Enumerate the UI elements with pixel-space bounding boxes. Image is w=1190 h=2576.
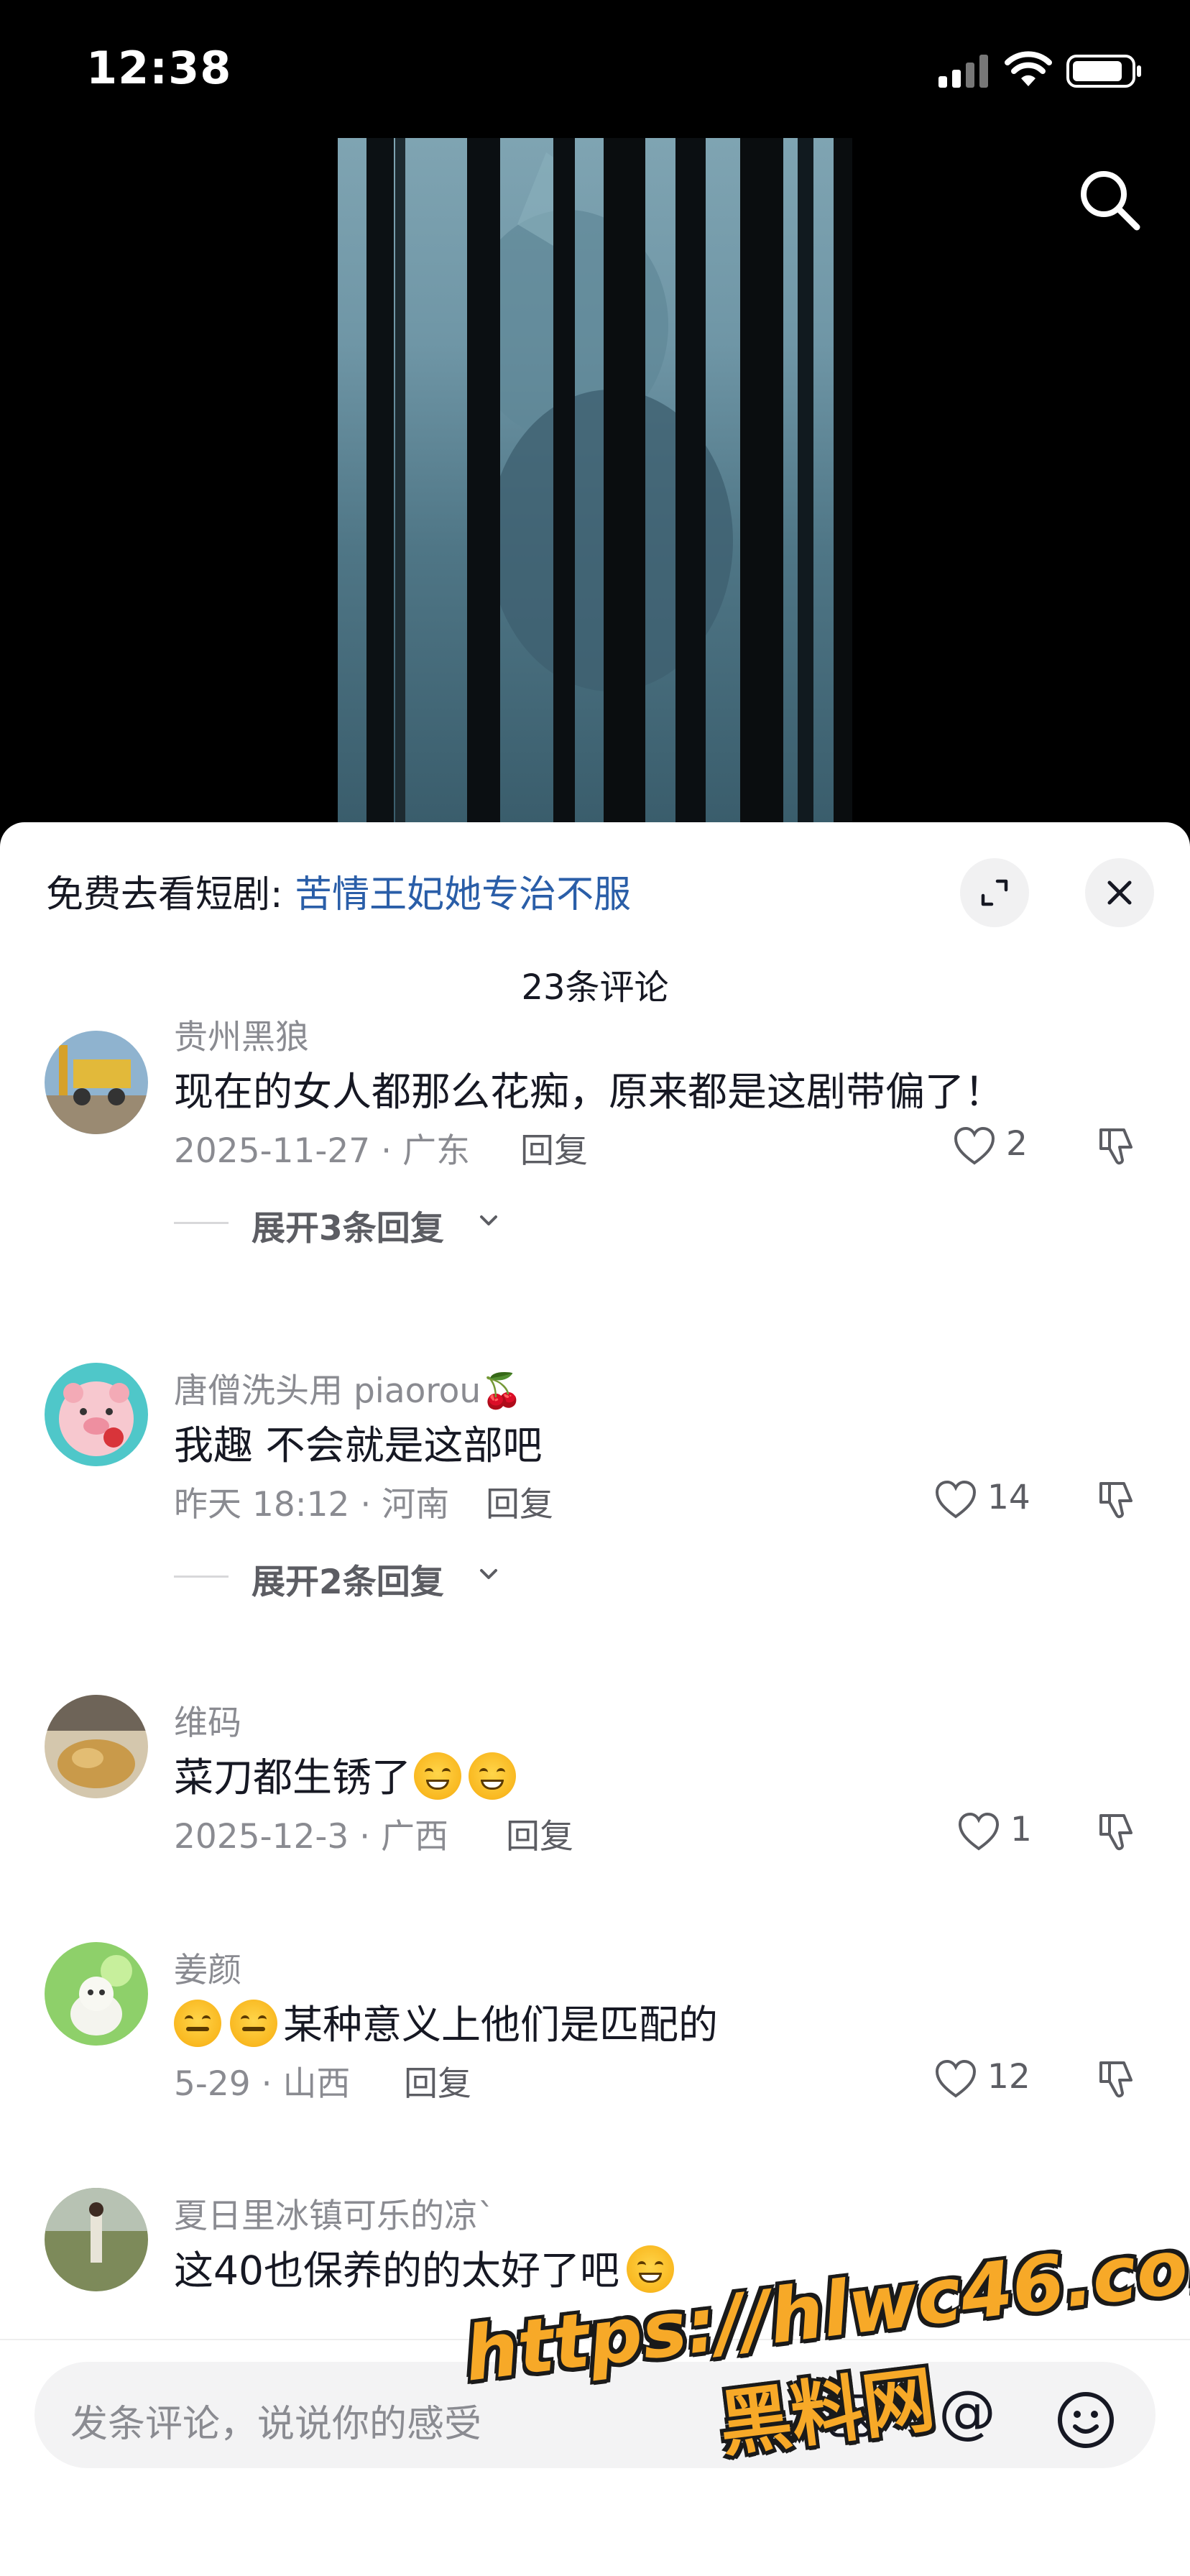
comment-meta: 2025-11-27 · 广东 [174, 1131, 470, 1171]
reply-button[interactable]: 回复 [404, 2056, 471, 2105]
avatar-image [45, 1031, 148, 1134]
comment-item: 姜颜 某种意义上他们是匹配的 5-29 · 山西 回复 12 [0, 1942, 1190, 2179]
comment-text: 我趣 不会就是这部吧 [174, 1422, 543, 1468]
reply-button[interactable]: 回复 [520, 1123, 588, 1172]
comment-input-placeholder: 发条评论，说说你的感受 [70, 2403, 482, 2446]
laughing-emoji-icon [627, 2245, 674, 2293]
like-button[interactable]: 2 [953, 1121, 1061, 1172]
dislike-icon[interactable] [1095, 2057, 1138, 2100]
emoji-icon[interactable] [1056, 2391, 1115, 2450]
avatar-image [45, 1363, 148, 1466]
comment-username[interactable]: 维码 [174, 1695, 241, 1744]
sweat-emoji-icon [230, 2000, 277, 2047]
avatar-image [45, 1942, 148, 2046]
avatar[interactable] [45, 1363, 148, 1466]
comment-username[interactable]: 姜颜 [174, 1942, 241, 1992]
comment-text-value: 某种意义上他们是匹配的 [283, 2002, 719, 2048]
divider [174, 1222, 229, 1224]
close-icon [1107, 880, 1132, 905]
expand-replies-label: 展开2条回复 [252, 1563, 444, 1602]
expand-icon [981, 879, 1008, 906]
expand-replies-label: 展开3条回复 [252, 1209, 444, 1248]
image-icon[interactable] [826, 2392, 874, 2439]
like-count: 12 [987, 2057, 1030, 2097]
divider [174, 1576, 229, 1578]
like-count: 14 [987, 1478, 1030, 1517]
comment-input-bar: 发条评论，说说你的感受 @ [0, 2339, 1190, 2576]
drama-title-link[interactable]: 苦情王妃她专治不服 [295, 873, 631, 916]
chevron-down-icon [480, 1569, 497, 1579]
comment-item: 夏日里冰镇可乐的凉` 这40也保养的的太好了吧 [0, 2188, 1190, 2346]
status-bar: 12:38 [0, 0, 1190, 137]
drama-promo-prefix: 免费去看短剧: [46, 873, 295, 916]
at-mention-icon[interactable]: @ [938, 2383, 996, 2441]
rofl-emoji-icon [469, 1752, 517, 1800]
comment-username[interactable]: 夏日里冰镇可乐的凉` [174, 2188, 495, 2237]
avatar[interactable] [45, 2188, 148, 2291]
avatar-image [45, 2188, 148, 2291]
comment-item: 唐僧洗头用 piaorou🍒 我趣 不会就是这部吧 昨天 18:12 · 河南 … [0, 1363, 1190, 1693]
comment-text: 菜刀都生锈了 [174, 1745, 517, 1803]
dislike-icon[interactable] [1095, 1810, 1138, 1853]
chevron-down-icon [480, 1215, 497, 1225]
comment-text: 某种意义上他们是匹配的 [174, 1992, 718, 2050]
comment-meta: 5-29 · 山西 [174, 2064, 351, 2104]
comment-item: 贵州黑狼 现在的女人都那么花痴，原来都是这剧带偏了！ 2025-11-27 · … [0, 1018, 1190, 1376]
like-button[interactable]: 1 [957, 1807, 1065, 1857]
comment-text-value: 这40也保养的的太好了吧 [174, 2248, 619, 2294]
app-screen: 12:38 免费去看短剧: 苦情王妃她专治不服 23条评论 贵州黑狼 现在的女人… [0, 0, 1190, 2576]
comment-username[interactable]: 贵州黑狼 [174, 1009, 309, 1059]
comment-text-value: 菜刀都生锈了 [174, 1754, 412, 1800]
comment-text: 现在的女人都那么花痴，原来都是这剧带偏了！ [174, 1069, 1005, 1115]
reply-button[interactable]: 回复 [506, 1808, 573, 1858]
comment-meta: 昨天 18:12 · 河南 [174, 1485, 450, 1524]
avatar[interactable] [45, 1942, 148, 2046]
heart-icon [935, 1480, 977, 1519]
expand-button[interactable] [960, 858, 1029, 927]
reply-button[interactable]: 回复 [486, 1476, 553, 1526]
dislike-icon[interactable] [1095, 1478, 1138, 1521]
like-count: 1 [1010, 1810, 1032, 1849]
like-count: 2 [1006, 1124, 1028, 1164]
avatar-image [45, 1695, 148, 1798]
comment-text: 这40也保养的的太好了吧 [174, 2238, 674, 2296]
close-button[interactable] [1085, 858, 1154, 927]
drama-promo-link[interactable]: 免费去看短剧: 苦情王妃她专治不服 [46, 864, 631, 918]
comment-sheet: 免费去看短剧: 苦情王妃她专治不服 23条评论 贵州黑狼 现在的女人都那么花痴，… [0, 822, 1190, 2576]
comment-count: 23条评论 [521, 967, 669, 1008]
heart-icon [935, 2059, 977, 2098]
sweat-emoji-icon [174, 2000, 221, 2047]
heart-icon [958, 1812, 1000, 1851]
comment-username[interactable]: 唐僧洗头用 piaorou🍒 [174, 1363, 523, 1412]
grin-emoji-icon [414, 1752, 462, 1800]
avatar[interactable] [45, 1695, 148, 1798]
battery-icon [1066, 55, 1141, 88]
search-icon[interactable] [1075, 165, 1144, 234]
wifi-icon [1005, 51, 1052, 86]
cellular-signal-icon [938, 55, 988, 88]
video-frame-image [366, 138, 852, 822]
like-button[interactable]: 12 [934, 2054, 1042, 2104]
comment-meta: 2025-12-3 · 广西 [174, 1817, 449, 1857]
like-button[interactable]: 14 [934, 1475, 1042, 1525]
dislike-icon[interactable] [1095, 1124, 1138, 1167]
heart-icon [954, 1126, 995, 1165]
video-player[interactable] [338, 138, 852, 822]
status-time: 12:38 [86, 42, 232, 94]
avatar[interactable] [45, 1031, 148, 1134]
comment-item: 维码 菜刀都生锈了 2025-12-3 · 广西 回复 1 [0, 1695, 1190, 1932]
